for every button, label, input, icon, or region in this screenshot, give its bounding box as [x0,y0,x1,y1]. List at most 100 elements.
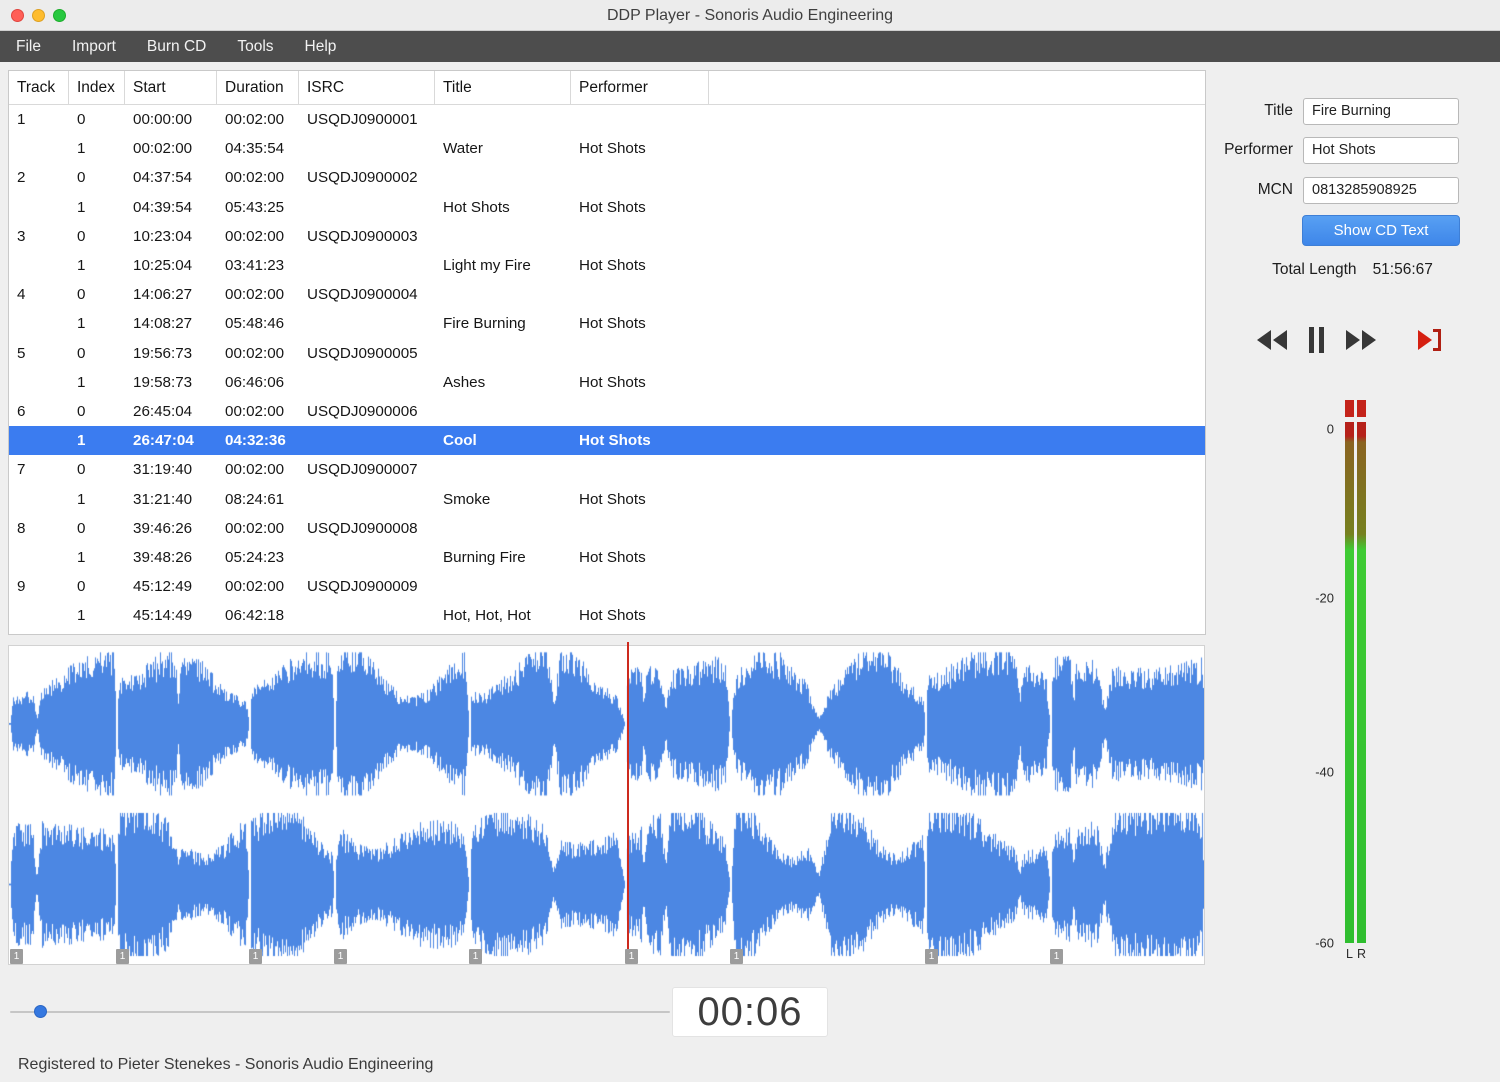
rewind-icon [1257,330,1287,350]
table-row[interactable]: 8 0 39:46:26 00:02:00 USQDJ0900008 [9,514,1205,543]
cell-index: 1 [77,315,86,333]
track-start-marker[interactable]: 1 [925,949,938,964]
column-header-index[interactable]: Index [69,71,125,104]
cell-performer [571,280,709,309]
column-header-title[interactable]: Title [435,71,571,104]
cell-index: 0 [77,227,86,245]
cell-index: 0 [77,344,86,362]
menu-file[interactable]: File [16,38,41,56]
column-header-duration[interactable]: Duration [217,71,299,104]
menu-help[interactable]: Help [305,38,337,56]
cell-track: 9 [17,578,26,596]
table-row[interactable]: 1 31:21:40 08:24:61 Smoke Hot Shots [9,484,1205,513]
table-row[interactable]: 9 0 45:12:49 00:02:00 USQDJ0900009 [9,572,1205,601]
close-icon[interactable] [11,9,24,22]
table-row[interactable]: 1 39:48:26 05:24:23 Burning Fire Hot Shots [9,543,1205,572]
zoom-icon[interactable] [53,9,66,22]
track-start-marker[interactable]: 1 [249,949,262,964]
pause-button[interactable] [1307,327,1326,353]
table-row[interactable]: 1 00:02:00 04:35:54 Water Hot Shots [9,134,1205,163]
cell-track [9,309,69,338]
cell-start: 26:47:04 [133,432,194,450]
playhead-cursor[interactable] [627,642,629,964]
time-display: 00:06 [672,987,828,1037]
track-start-marker[interactable]: 1 [10,949,23,964]
cell-performer: Hot Shots [579,373,646,391]
show-cd-text-button[interactable]: Show CD Text [1302,215,1460,246]
cell-start: 00:02:00 [133,140,193,158]
cell-performer: Hot Shots [579,257,646,275]
cell-isrc: USQDJ0900006 [307,402,418,420]
cell-isrc [299,251,435,280]
table-row[interactable]: 1 04:39:54 05:43:25 Hot Shots Hot Shots [9,193,1205,222]
seek-thumb[interactable] [34,1005,47,1018]
cell-track: 8 [17,519,26,537]
table-row[interactable]: 5 0 19:56:73 00:02:00 USQDJ0900005 [9,339,1205,368]
seek-slider[interactable] [10,1004,670,1020]
cell-track: 1 [17,111,26,129]
table-row[interactable]: 1 10:25:04 03:41:23 Light my Fire Hot Shots [9,251,1205,280]
cell-track: 5 [17,344,26,362]
rewind-button[interactable] [1256,330,1288,350]
minimize-icon[interactable] [32,9,45,22]
title-label: Title [1264,102,1293,119]
cell-title [435,514,571,543]
cell-duration: 04:35:54 [225,140,285,158]
mcn-input[interactable] [1303,176,1459,204]
track-start-marker[interactable]: 1 [625,949,638,964]
waveform-canvas[interactable] [9,646,1204,964]
cell-track: 7 [17,461,26,479]
menu-burn-cd[interactable]: Burn CD [147,38,206,56]
track-start-marker[interactable]: 1 [1050,949,1063,964]
cell-start: 04:39:54 [133,198,193,216]
cell-title [435,222,571,251]
cell-title [435,163,571,192]
table-row[interactable]: 2 0 04:37:54 00:02:00 USQDJ0900002 [9,163,1205,192]
track-start-marker[interactable]: 1 [334,949,347,964]
column-header-start[interactable]: Start [125,71,217,104]
table-row[interactable]: 4 0 14:06:27 00:02:00 USQDJ0900004 [9,280,1205,309]
seek-track[interactable] [10,1011,670,1013]
cell-performer [571,455,709,484]
cell-isrc [299,484,435,513]
track-start-marker[interactable]: 1 [469,949,482,964]
table-row[interactable]: 1 0 00:00:00 00:02:00 USQDJ0900001 [9,105,1205,134]
traffic-lights [11,0,66,31]
meter-channel-label-left: L [1346,947,1353,961]
track-start-marker[interactable]: 1 [116,949,129,964]
cell-index: 0 [77,111,86,129]
table-row[interactable]: 7 0 31:19:40 00:02:00 USQDJ0900007 [9,455,1205,484]
table-row[interactable]: 1 14:08:27 05:48:46 Fire Burning Hot Shots [9,309,1205,338]
cell-duration: 05:43:25 [225,198,285,216]
column-header-track[interactable]: Track [9,71,69,104]
level-meter-right [1357,400,1366,943]
cell-track: 4 [17,286,26,304]
table-row[interactable]: 3 0 10:23:04 00:02:00 USQDJ0900003 [9,222,1205,251]
title-input[interactable] [1303,97,1459,125]
menu-tools[interactable]: Tools [237,38,273,56]
waveform-display[interactable]: 1 1 1 1 1 1 1 1 1 [8,642,1205,965]
performer-input[interactable] [1303,136,1459,164]
cell-duration: 05:24:23 [225,548,285,566]
column-header-isrc[interactable]: ISRC [299,71,435,104]
play-to-marker-button[interactable] [1415,327,1445,353]
meter-channel-label-right: R [1357,947,1367,961]
total-length-row: Total Length 51:56:67 [1205,261,1500,279]
cell-duration: 03:41:23 [225,257,285,275]
cell-index: 0 [77,286,86,304]
cell-start: 39:48:26 [133,548,193,566]
cell-duration: 00:02:00 [225,111,285,129]
menu-import[interactable]: Import [72,38,116,56]
table-row-selected[interactable]: 1 26:47:04 04:32:36 Cool Hot Shots [9,426,1205,456]
column-header-performer[interactable]: Performer [571,71,709,104]
table-row[interactable]: 1 19:58:73 06:46:06 Ashes Hot Shots [9,368,1205,397]
cell-start: 31:19:40 [133,461,193,479]
fast-forward-button[interactable] [1345,330,1377,350]
table-row[interactable]: 1 45:14:49 06:42:18 Hot, Hot, Hot Hot Shots [9,601,1205,630]
cell-start: 45:14:49 [133,607,193,625]
cell-index: 0 [77,169,86,187]
total-length-label: Total Length [1272,261,1357,278]
table-row[interactable]: 6 0 26:45:04 00:02:00 USQDJ0900006 [9,397,1205,426]
cell-duration: 06:46:06 [225,373,285,391]
track-start-marker[interactable]: 1 [730,949,743,964]
